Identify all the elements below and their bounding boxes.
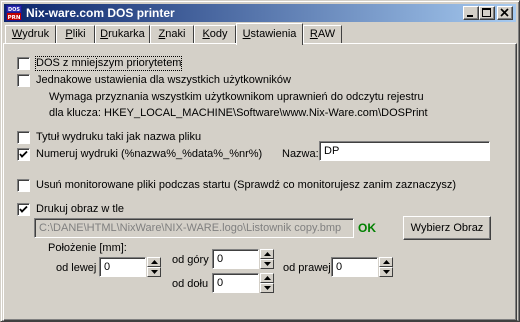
minimize-button[interactable] [463,6,479,20]
spin-down-button[interactable] [147,267,161,277]
arrow-up-icon [151,260,158,264]
tab-pliki[interactable]: Pliki [56,25,95,44]
tab-label: AW [317,28,336,40]
spin-up-button[interactable] [147,257,161,267]
same-settings-checkbox[interactable] [17,74,30,87]
spin-down-button[interactable] [260,283,274,293]
arrow-up-icon [264,276,271,280]
tab-accel: U [242,28,251,40]
right-offset-label: od prawej [283,262,331,274]
tab-accel: K [202,28,210,40]
same-settings-label[interactable]: Jednakowe ustawienia dla wszystkich użyt… [36,74,291,87]
tab-label: stawienia [250,28,297,40]
top-offset-spinner[interactable] [260,249,274,269]
maximize-icon [482,8,491,17]
spin-down-button[interactable] [379,267,393,277]
ok-indicator: OK [358,221,376,235]
tab-label: naki [165,28,186,40]
remove-monitored-label[interactable]: Usuń monitorowane pliki podczas startu (… [36,179,456,192]
registry-note-line2: dla klucza: HKEY_LOCAL_MACHINE\Software\… [49,107,428,119]
close-button[interactable] [497,6,513,20]
tab-kody[interactable]: Kody [194,25,236,44]
maximize-button[interactable] [479,6,495,20]
tab-label: ody [209,28,228,40]
tab-ustawienia[interactable]: Ustawienia [236,23,303,45]
left-offset-spinner[interactable] [147,257,161,277]
tab-raw[interactable]: RAW [303,25,342,44]
remove-monitored-checkbox[interactable] [17,179,30,192]
right-offset-input[interactable]: 0 [331,257,378,277]
spin-down-button[interactable] [260,259,274,269]
print-background-label[interactable]: Drukuj obraz w tle [36,203,124,216]
arrow-up-icon [264,252,271,256]
svg-text:PRN: PRN [8,15,21,21]
registry-note-line1: Wymaga przyznania wszystkim użytkownikom… [49,91,424,103]
checkmark-icon [19,150,28,158]
title-as-filename-label[interactable]: Tytuł wydruku taki jak nazwa pliku [36,131,201,144]
number-printouts-label[interactable]: Numeruj wydruki (%nazwa%_%data%_%nr%) [36,148,262,161]
tab-accel: W [11,28,23,40]
tab-znaki[interactable]: Znaki [150,25,194,44]
arrow-down-icon [264,286,271,290]
spin-up-button[interactable] [379,257,393,267]
print-background-checkbox[interactable] [17,203,30,216]
choose-image-button[interactable]: Wybierz Obraz [403,216,491,240]
arrow-up-icon [383,260,390,264]
tab-drukarka[interactable]: Drukarka [95,25,150,44]
spin-up-button[interactable] [260,249,274,259]
spin-up-button[interactable] [260,273,274,283]
tab-wydruk[interactable]: Wydruk [5,25,56,44]
bottom-offset-input[interactable]: 0 [212,273,259,293]
number-printouts-checkbox[interactable] [17,148,30,161]
svg-text:DOS: DOS [8,7,20,13]
checkmark-icon [19,205,28,213]
bottom-offset-label: od dołu [172,278,209,290]
arrow-down-icon [383,270,390,274]
tab-accel: R [309,28,318,40]
top-offset-input[interactable]: 0 [212,249,259,269]
top-offset-label: od góry [172,254,209,266]
close-icon [500,8,509,17]
left-offset-input[interactable]: 0 [99,257,146,277]
title-bar[interactable]: DOS PRN Nix-ware.com DOS printer [4,4,516,22]
name-input[interactable]: DP [319,141,490,161]
right-offset-spinner[interactable] [379,257,393,277]
bottom-offset-spinner[interactable] [260,273,274,293]
tab-label: liki [72,28,86,40]
settings-panel: DOS z mniejszym priorytetem Jednakowe us… [3,43,517,321]
tab-accel: P [65,28,73,40]
arrow-down-icon [151,270,158,274]
main-window: DOS PRN Nix-ware.com DOS printer Wydruk … [0,0,520,322]
window-title: Nix-ware.com DOS printer [26,6,175,20]
position-label: Położenie [mm]: [48,242,127,254]
image-path-field[interactable]: C:\DANE\HTML\NixWare\NIX-WARE.logo\Listo… [34,218,354,238]
dos-low-priority-label[interactable]: DOS z mniejszym priorytetem [34,56,183,71]
app-icon: DOS PRN [6,5,22,21]
title-as-filename-checkbox[interactable] [17,131,30,144]
minimize-icon [467,15,473,17]
left-offset-label: od lewej [56,262,97,274]
name-label: Nazwa: [282,148,319,160]
dos-low-priority-checkbox[interactable] [17,57,30,70]
tab-label: ydruk [22,28,50,40]
tab-label: rukarka [108,28,145,40]
arrow-down-icon [264,262,271,266]
tab-accel: D [100,28,109,40]
